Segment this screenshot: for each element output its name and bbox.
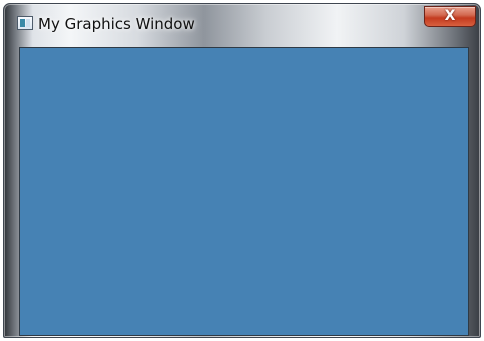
title-bar[interactable]: My Graphics Window X	[4, 4, 480, 44]
close-button[interactable]: X	[424, 6, 476, 27]
app-window-icon[interactable]	[17, 16, 33, 30]
graphics-window: My Graphics Window X	[3, 3, 481, 338]
graphics-canvas[interactable]	[19, 47, 469, 336]
window-title: My Graphics Window	[38, 15, 195, 33]
